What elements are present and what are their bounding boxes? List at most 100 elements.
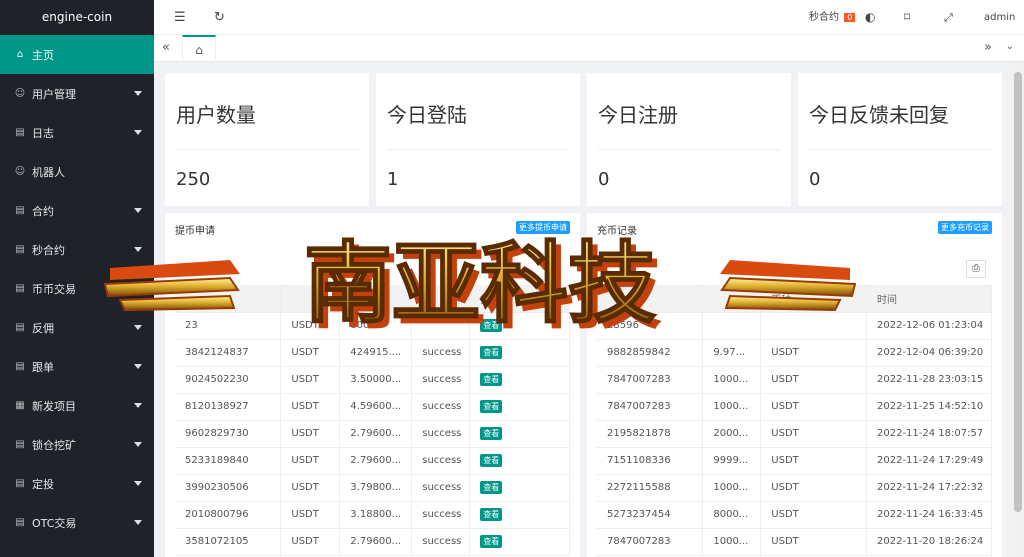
view-button[interactable]: 查看 (480, 481, 503, 494)
seconds-contract-link[interactable]: 秒合约 0 (809, 0, 856, 35)
theme-icon[interactable]: ◐ (865, 0, 875, 35)
table-cell: 查看 (469, 420, 570, 448)
table-cell: USDT (280, 420, 341, 448)
table-cell: 3.50000... (339, 366, 413, 394)
sidebar-item-label: 锁仓挖矿 (32, 438, 76, 452)
sidebar-item[interactable]: ▤ 合约 (0, 191, 154, 230)
view-button[interactable]: 查看 (480, 400, 503, 413)
table-cell (702, 312, 762, 340)
tabs-menu-icon[interactable]: ⌄ (1006, 41, 1014, 52)
table-cell: 查看 (469, 366, 570, 394)
column-header[interactable] (702, 285, 762, 313)
table-cell: 7847007283 (597, 366, 704, 394)
table-cell: USDT (760, 339, 867, 367)
withdraw-panel: 提币申请 更多提币申请 数量提 23 USDT 800... 查看 3842124837 U… (165, 213, 580, 557)
table-cell: 3990230506 (175, 474, 282, 502)
view-button[interactable]: 查看 (480, 319, 503, 332)
sidebar-item[interactable]: ▤ 定投 (0, 464, 154, 503)
sidebar-item[interactable]: ▤ 跟单 (0, 347, 154, 386)
column-header[interactable] (411, 285, 471, 313)
stat-card-users: 用户数量 250 (165, 73, 369, 206)
admin-menu[interactable]: admin ▼ (984, 0, 1024, 57)
table-cell: 2022-11-24 17:29:49 (866, 447, 992, 475)
stat-card-logins: 今日登陆 1 (376, 73, 580, 206)
view-button[interactable]: 查看 (480, 346, 503, 359)
sidebar: engine-coin ⌂ 主页 ☺ 用户管理 ▤ 日志 ☺ 机器人 ▤ 合约 ▤ 秒合约 ▤ 币币交易 ▤… (0, 0, 154, 557)
table-cell: 2000... (702, 420, 762, 448)
table-cell: USDT (280, 366, 341, 394)
table-row: 9602829730 USDT 2.79600... success 查看 (175, 420, 570, 448)
more-withdraw-button[interactable]: 更多提币申请 (516, 221, 570, 234)
sidebar-item[interactable]: ▤ OTC交易 (0, 503, 154, 542)
view-button[interactable]: 查看 (480, 373, 503, 386)
table-cell: 9999... (702, 447, 762, 475)
stat-title: 用户数量 (176, 103, 256, 127)
view-button[interactable]: 查看 (480, 535, 503, 548)
tab-home[interactable]: ⌂ (182, 35, 216, 62)
table-cell: 2.79600... (339, 447, 413, 475)
table-cell: 9882859842 (597, 339, 704, 367)
table-cell (760, 312, 867, 340)
view-button[interactable]: 查看 (480, 454, 503, 467)
table-cell: USDT (760, 420, 867, 448)
table-cell: 800... (339, 312, 413, 340)
panel-title: 充币记录 (597, 226, 637, 237)
chevron-down-icon (134, 364, 142, 369)
table-cell: 查看 (469, 474, 570, 502)
table-row: 3842124837 USDT 424915.... success 查看 (175, 339, 570, 367)
sidebar-item-label: 主页 (32, 48, 54, 62)
sidebar-item[interactable]: ☺ 机器人 (0, 152, 154, 191)
table-row: 5273237454 8000... USDT 2022-11-24 16:33:45 (597, 501, 992, 529)
table-cell: 5273237454 (597, 501, 704, 529)
sidebar-item-label: 日志 (32, 126, 54, 140)
tabs-scroll-right-icon[interactable]: » (984, 40, 992, 55)
table-cell: USDT (760, 366, 867, 394)
column-header[interactable] (175, 285, 282, 313)
more-recharge-button[interactable]: 更多充币记录 (938, 221, 992, 234)
sidebar-item[interactable]: ⌂ 主页 (0, 35, 154, 74)
sidebar-item[interactable]: ☺ 用户管理 (0, 74, 154, 113)
table-cell: 28596 (597, 312, 704, 340)
column-header[interactable]: 币种 (760, 285, 867, 313)
fullscreen-icon[interactable]: ⤢ (944, 0, 953, 35)
column-header[interactable]: 提 (469, 285, 570, 313)
sidebar-item[interactable]: ▦ 新发项目 (0, 386, 154, 425)
sidebar-item[interactable]: ▤ 币币交易 (0, 269, 154, 308)
table-row: 9024502230 USDT 3.50000... success 查看 (175, 366, 570, 394)
table-cell: 2022-11-24 17:22:32 (866, 474, 992, 502)
menu-toggle-icon[interactable]: ☰ (174, 0, 186, 35)
table-row: 5233189840 USDT 2.79600... success 查看 (175, 447, 570, 475)
view-button[interactable]: 查看 (480, 508, 503, 521)
print-icon[interactable]: ⎙ (966, 260, 986, 278)
main-scrollbar[interactable] (1012, 62, 1024, 557)
view-button[interactable]: 查看 (480, 427, 503, 440)
refresh-icon[interactable]: ↻ (214, 0, 225, 35)
column-header[interactable] (280, 285, 341, 313)
table-cell: USDT (760, 393, 867, 421)
table-cell: USDT (760, 528, 867, 556)
sidebar-item-label: OTC交易 (32, 516, 77, 530)
sidebar-item[interactable]: ▤ 锁仓挖矿 (0, 425, 154, 464)
table-cell: USDT (280, 528, 341, 556)
seconds-contract-label: 秒合约 (809, 12, 839, 23)
sidebar-item[interactable]: ▤ 反佣 (0, 308, 154, 347)
home-icon: ⌂ (195, 43, 203, 57)
sidebar-item[interactable]: ▤ 秒合约 (0, 230, 154, 269)
column-header[interactable]: 时间 (866, 285, 992, 313)
table-cell: USDT (760, 501, 867, 529)
stat-value: 1 (387, 169, 399, 190)
table-cell: 2022-11-24 18:07:57 (866, 420, 992, 448)
grid-icon: ▦ (15, 400, 25, 411)
column-header[interactable] (597, 285, 704, 313)
table-row: 2195821878 2000... USDT 2022-11-24 18:07:57 (597, 420, 992, 448)
column-header[interactable]: 数量 (339, 285, 413, 313)
tag-icon[interactable]: ⌑ (904, 0, 910, 35)
tabs-scroll-left-icon[interactable]: « (162, 40, 170, 55)
sidebar-item-label: 秒合约 (32, 243, 65, 257)
table-cell: 9.97... (702, 339, 762, 367)
withdraw-table: 数量提 23 USDT 800... 查看 3842124837 USDT 424915...… (175, 285, 570, 556)
app-logo: engine-coin (41, 10, 113, 24)
table-header-row: 币种 时间 (597, 285, 992, 313)
sidebar-item[interactable]: ▤ 日志 (0, 113, 154, 152)
table-cell: success (411, 420, 471, 448)
